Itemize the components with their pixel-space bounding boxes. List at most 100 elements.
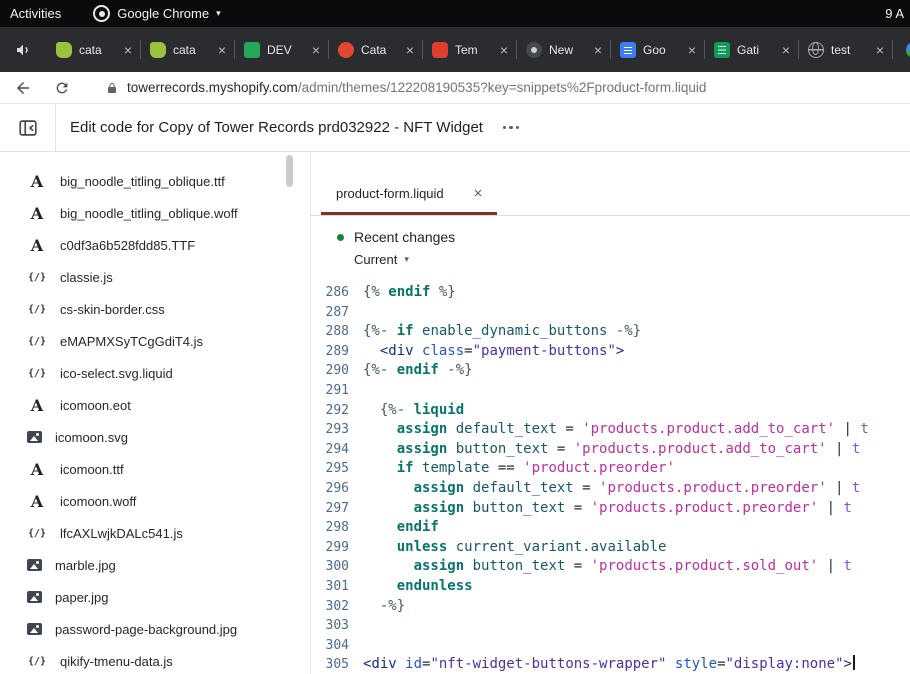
tab-close-icon[interactable]: × <box>594 43 602 57</box>
line-number: 297 <box>311 499 363 519</box>
browser-tab[interactable]: cata × <box>140 27 234 72</box>
tab-title: cata <box>173 43 211 57</box>
asset-file-item[interactable]: lfcAXLwjkDALc541.js <box>0 517 310 549</box>
url-host: towerrecords.myshopify.com <box>127 80 298 95</box>
chevron-down-icon: ▾ <box>404 254 409 265</box>
file-type-icon <box>27 236 47 255</box>
line-content <box>363 636 910 656</box>
asset-file-item[interactable]: cs-skin-border.css <box>0 293 310 325</box>
url-path: /admin/themes/122208190535?key=snippets%… <box>298 80 707 95</box>
lock-icon <box>106 81 118 95</box>
file-type-icon <box>27 172 47 191</box>
google-favicon <box>906 42 910 58</box>
code-line: 297 assign button_text = 'products.produ… <box>311 499 910 519</box>
line-content: unless current_variant.available <box>363 538 910 558</box>
asset-file-item[interactable]: password-page-background.jpg <box>0 613 310 645</box>
browser-tab[interactable]: Gati × <box>704 27 798 72</box>
tab-favicon <box>526 42 542 58</box>
tab-close-icon[interactable]: × <box>124 43 132 57</box>
unsaved-indicator-dot <box>337 234 344 241</box>
line-number: 304 <box>311 636 363 656</box>
browser-tab[interactable]: cata × <box>46 27 140 72</box>
line-number: 298 <box>311 518 363 538</box>
exit-editor-button[interactable] <box>0 104 56 151</box>
line-content: <div class="payment-buttons"> <box>363 342 910 362</box>
asset-file-item[interactable]: icomoon.ttf <box>0 453 310 485</box>
tab-close-icon[interactable]: × <box>500 43 508 57</box>
line-content: {%- endif -%} <box>363 361 910 381</box>
code-line: 303 <box>311 616 910 636</box>
line-number: 299 <box>311 538 363 558</box>
more-actions-button[interactable] <box>501 120 522 136</box>
asset-file-item[interactable]: eMAPMXSyTCgGdiT4.js <box>0 325 310 357</box>
activities-button[interactable]: Activities <box>10 6 61 21</box>
code-line: 289 <div class="payment-buttons"> <box>311 342 910 362</box>
address-bar[interactable]: towerrecords.myshopify.com/admin/themes/… <box>106 80 706 95</box>
back-button[interactable] <box>14 79 32 97</box>
line-number: 287 <box>311 303 363 323</box>
file-tabbar: product-form.liquid × <box>311 152 910 216</box>
code-line: 296 assign default_text = 'products.prod… <box>311 479 910 499</box>
tab-close-icon[interactable]: × <box>876 43 884 57</box>
version-dropdown[interactable]: Current ▾ <box>337 252 409 267</box>
tab-close-icon[interactable]: × <box>312 43 320 57</box>
asset-file-item[interactable]: marble.jpg <box>0 549 310 581</box>
tab-close-icon[interactable]: × <box>782 43 790 57</box>
asset-file-item[interactable]: big_noodle_titling_oblique.ttf <box>0 165 310 197</box>
file-name: password-page-background.jpg <box>55 622 237 637</box>
line-number: 301 <box>311 577 363 597</box>
file-name: marble.jpg <box>55 558 116 573</box>
file-name: icomoon.ttf <box>60 462 124 477</box>
asset-file-item[interactable]: icomoon.eot <box>0 389 310 421</box>
asset-file-item[interactable]: c0df3a6b528fdd85.TTF <box>0 229 310 261</box>
asset-file-item[interactable]: paper.jpg <box>0 581 310 613</box>
code-line: 286 {% endif %} <box>311 283 910 303</box>
code-line: 304 <box>311 636 910 656</box>
asset-file-list: big_noodle_titling_oblique.ttf big_noodl… <box>0 165 310 674</box>
tab-close-icon[interactable]: × <box>218 43 226 57</box>
line-number: 289 <box>311 342 363 362</box>
browser-tab[interactable]: DEV × <box>234 27 328 72</box>
asset-file-item[interactable]: icomoon.svg <box>0 421 310 453</box>
sidebar-scrollbar[interactable] <box>286 155 293 187</box>
tab-title: Tem <box>455 43 493 57</box>
line-number: 288 <box>311 322 363 342</box>
file-name: big_noodle_titling_oblique.ttf <box>60 174 225 189</box>
app-menu-button[interactable]: Google Chrome ▾ <box>93 5 220 22</box>
file-type-icon <box>27 336 47 347</box>
asset-sidebar: big_noodle_titling_oblique.ttf big_noodl… <box>0 152 310 674</box>
browser-tab-partial[interactable] <box>892 27 910 72</box>
file-type-icon <box>27 431 42 443</box>
file-tab-product-form[interactable]: product-form.liquid × <box>321 174 497 215</box>
line-content: {% endif %} <box>363 283 910 303</box>
browser-tab[interactable]: test × <box>798 27 892 72</box>
reload-button[interactable] <box>54 80 70 96</box>
asset-file-item[interactable]: icomoon.woff <box>0 485 310 517</box>
browser-tab[interactable]: Cata × <box>328 27 422 72</box>
asset-file-item[interactable]: classie.js <box>0 261 310 293</box>
line-number: 294 <box>311 440 363 460</box>
line-content <box>363 616 910 636</box>
asset-file-item[interactable]: ico-select.svg.liquid <box>0 357 310 389</box>
tab-title: cata <box>79 43 117 57</box>
file-type-icon <box>27 368 47 379</box>
browser-tab[interactable]: Goo × <box>610 27 704 72</box>
file-name: paper.jpg <box>55 590 109 605</box>
tab-title: Gati <box>737 43 775 57</box>
code-editor[interactable]: 286 {% endif %} 287 288 {%- if enable_dy… <box>311 280 910 674</box>
close-tab-icon[interactable]: × <box>474 186 483 201</box>
asset-file-item[interactable]: big_noodle_titling_oblique.woff <box>0 197 310 229</box>
asset-file-item[interactable]: qikify-tmenu-data.js <box>0 645 310 674</box>
tab-close-icon[interactable]: × <box>688 43 696 57</box>
file-type-icon <box>27 272 47 283</box>
code-line: 302 -%} <box>311 597 910 617</box>
tab-close-icon[interactable]: × <box>406 43 414 57</box>
file-name: big_noodle_titling_oblique.woff <box>60 206 238 221</box>
browser-tab[interactable]: Tem × <box>422 27 516 72</box>
file-type-icon <box>27 492 47 511</box>
browser-tab[interactable]: New × <box>516 27 610 72</box>
screen: Activities Google Chrome ▾ 9 A cata × ca… <box>0 0 910 674</box>
code-line: 290 {%- endif -%} <box>311 361 910 381</box>
chevron-down-icon: ▾ <box>216 8 221 19</box>
line-content <box>363 381 910 401</box>
